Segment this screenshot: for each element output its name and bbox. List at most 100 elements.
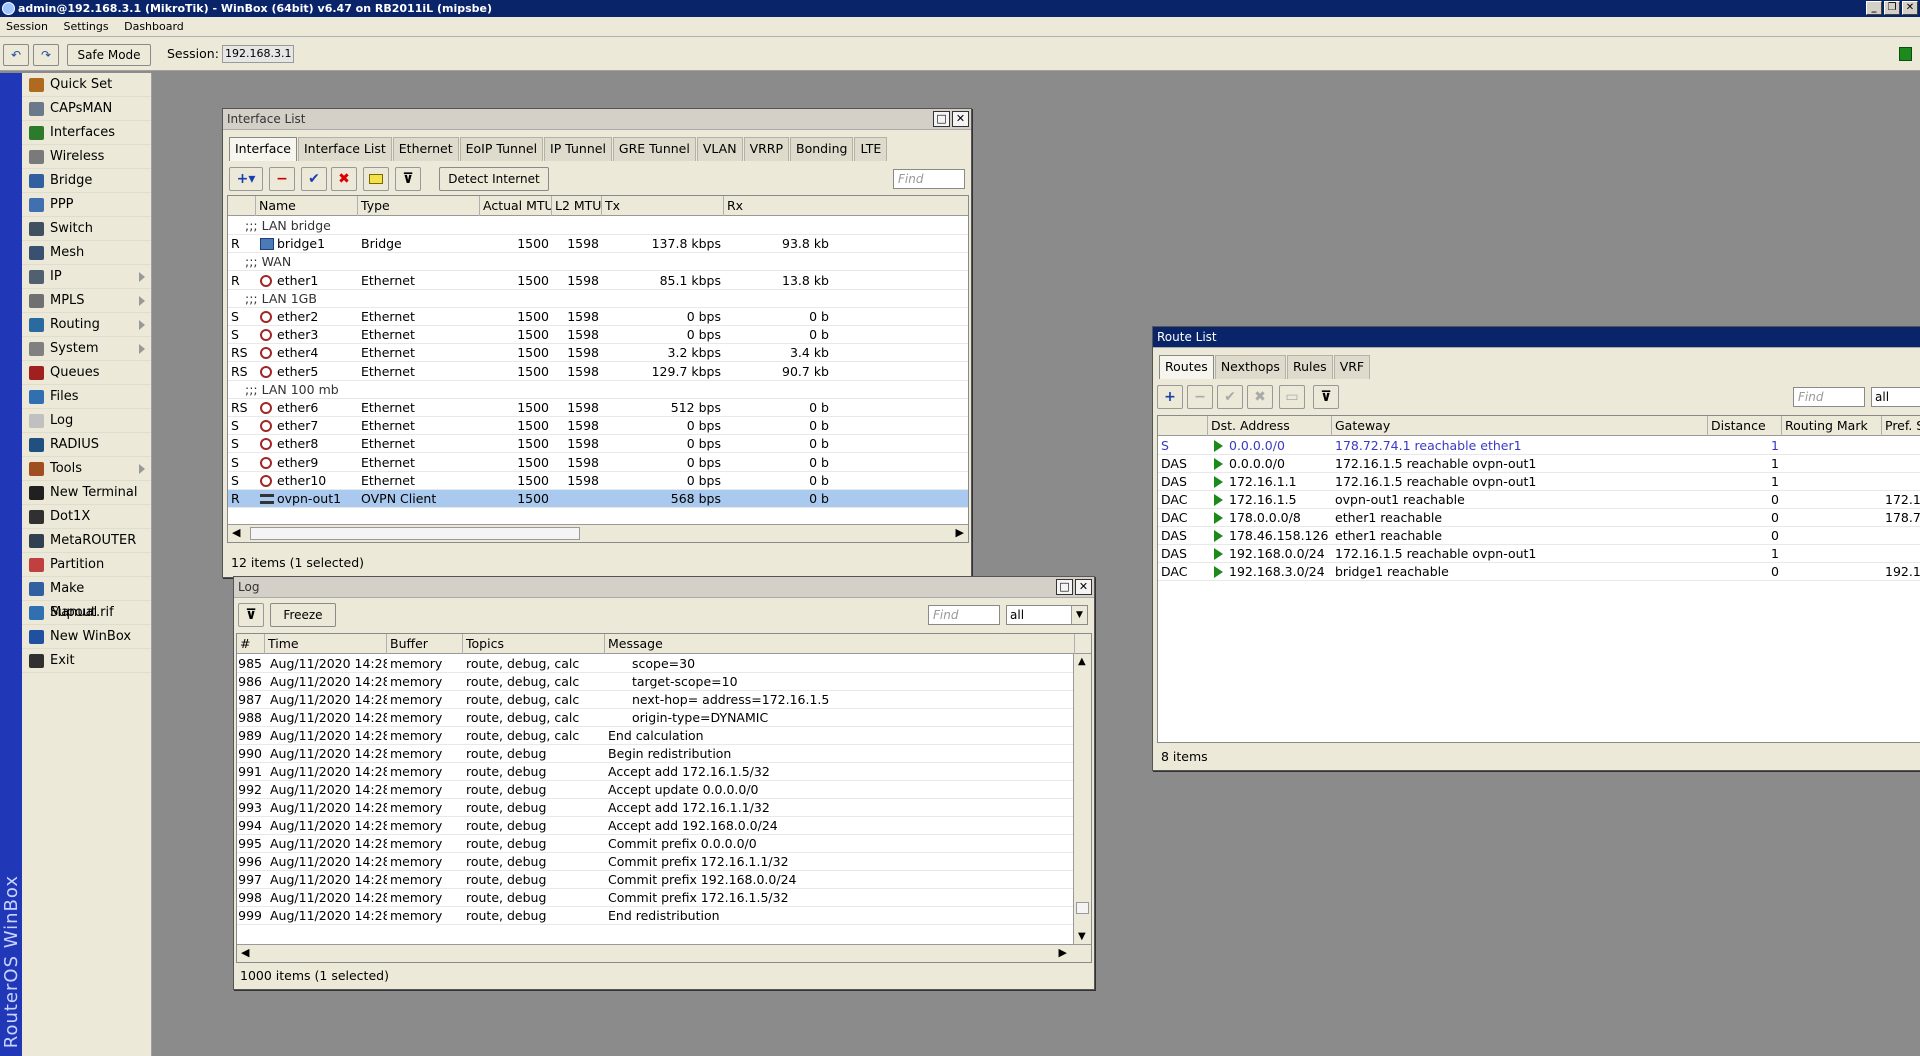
arrow-left-icon[interactable]: ◀ <box>232 526 240 539</box>
sidebar-item-log[interactable]: Log <box>22 409 151 433</box>
tab-nexthops[interactable]: Nexthops <box>1214 355 1286 379</box>
table-row[interactable]: RS ether4 Ethernet 1500 1598 3.2 kbps 3.4 kb <box>228 344 968 363</box>
sidebar-item-switch[interactable]: Switch <box>22 217 151 241</box>
horizontal-scrollbar[interactable]: ◀ ▶ <box>237 944 1091 962</box>
route-enable-button[interactable]: ✔ <box>1217 385 1243 409</box>
sidebar-item-interfaces[interactable]: Interfaces <box>22 121 151 145</box>
session-field[interactable]: 192.168.3.1 <box>222 45 294 63</box>
tab-ethernet[interactable]: Ethernet <box>392 137 459 161</box>
sidebar-item-wireless[interactable]: Wireless <box>22 145 151 169</box>
route-disable-button[interactable]: ✖ <box>1247 385 1273 409</box>
column-header-distance[interactable]: Distance <box>1708 416 1782 436</box>
log-filter-select[interactable]: all ▼ <box>1006 605 1088 625</box>
interface-list-titlebar[interactable]: Interface List □ ✕ <box>223 109 971 130</box>
arrow-right-icon[interactable]: ▶ <box>1059 946 1067 959</box>
tab-vrrp[interactable]: VRRP <box>743 137 790 161</box>
route-remove-button[interactable]: − <box>1187 385 1213 409</box>
table-row[interactable]: 999 Aug/11/2020 14:28:15memory route, debu… <box>237 907 1073 925</box>
log-filter-button[interactable]: ⊽ <box>238 603 264 627</box>
tab-bonding[interactable]: Bonding <box>790 137 854 161</box>
menu-dashboard[interactable]: Dashboard <box>118 17 190 37</box>
sidebar-item-partition[interactable]: Partition <box>22 553 151 577</box>
table-row[interactable]: 992 Aug/11/2020 14:28:15memory route, debu… <box>237 781 1073 799</box>
route-comment-button[interactable]: ▭ <box>1279 385 1305 409</box>
vertical-scrollbar[interactable]: ▲ ▼ <box>1073 654 1091 944</box>
enable-button[interactable]: ✔ <box>301 167 327 191</box>
undo-button[interactable]: ↶ <box>3 44 29 66</box>
table-row[interactable]: Rether1 Ethernet 1500 1598 85.1 kbps 13.8 kb <box>228 272 968 290</box>
table-row[interactable]: 986 Aug/11/2020 14:28:15memory route, debu… <box>237 673 1073 691</box>
remove-button[interactable]: − <box>269 167 295 191</box>
table-row[interactable]: 995 Aug/11/2020 14:28:15memory route, debu… <box>237 835 1073 853</box>
maximize-icon[interactable]: □ <box>1056 579 1073 595</box>
comment-button[interactable] <box>363 167 389 191</box>
tab-ip-tunnel[interactable]: IP Tunnel <box>544 137 612 161</box>
table-row[interactable]: Sether3 Ethernet 1500 1598 0 bps 0 b <box>228 326 968 345</box>
detect-internet-button[interactable]: Detect Internet <box>439 167 549 191</box>
tab-interface-list[interactable]: Interface List <box>297 137 392 161</box>
table-row[interactable]: 990 Aug/11/2020 14:28:15memory route, debu… <box>237 745 1073 763</box>
table-row[interactable]: 998 Aug/11/2020 14:28:15memory route, debu… <box>237 889 1073 907</box>
arrow-left-icon[interactable]: ◀ <box>241 946 249 959</box>
arrow-right-icon[interactable]: ▶ <box>956 526 964 539</box>
menu-session[interactable]: Session <box>0 17 54 37</box>
tab-lte[interactable]: LTE <box>854 137 888 161</box>
table-row[interactable]: Rbridge1 Bridge 1500 1598 137.8 kbps 93.8 kb <box>228 235 968 254</box>
column-header-number[interactable]: # <box>237 634 265 654</box>
arrow-up-icon[interactable]: ▲ <box>1078 656 1086 667</box>
route-add-button[interactable]: + <box>1157 385 1183 409</box>
scroll-thumb[interactable] <box>250 527 580 540</box>
close-button[interactable]: ✕ <box>1902 1 1918 15</box>
sidebar-item-system[interactable]: System <box>22 337 151 361</box>
close-icon[interactable]: ✕ <box>1075 579 1092 595</box>
tab-rules[interactable]: Rules <box>1286 355 1333 379</box>
column-header-routing-mark[interactable]: Routing Mark <box>1782 416 1882 436</box>
sidebar-item-exit[interactable]: Exit <box>22 649 151 673</box>
table-row[interactable]: DAS 192.168.0.0/24 172.16.1.5 reachable ov… <box>1158 545 1920 563</box>
column-header-name[interactable]: Name <box>256 196 358 216</box>
table-row[interactable]: 991 Aug/11/2020 14:28:15memory route, debu… <box>237 763 1073 781</box>
sidebar-item-make-supout-rif[interactable]: Make Supout.rif <box>22 577 151 620</box>
table-row[interactable]: Sether7 Ethernet 1500 1598 0 bps 0 b <box>228 417 968 436</box>
column-header-topics[interactable]: Topics <box>463 634 605 654</box>
sidebar-item-new-winbox[interactable]: New WinBox <box>22 625 151 649</box>
column-header-rx[interactable]: Rx <box>724 196 968 216</box>
table-row[interactable]: 994 Aug/11/2020 14:28:15memory route, debu… <box>237 817 1073 835</box>
table-row[interactable]: 987 Aug/11/2020 14:28:15memory route, debu… <box>237 691 1073 709</box>
sidebar-item-dot1x[interactable]: Dot1X <box>22 505 151 529</box>
tab-eoip-tunnel[interactable]: EoIP Tunnel <box>459 137 544 161</box>
tab-routes[interactable]: Routes <box>1159 355 1214 379</box>
sidebar-item-quick-set[interactable]: Quick Set <box>22 73 151 97</box>
sidebar-item-capsman[interactable]: CAPsMAN <box>22 97 151 121</box>
table-row[interactable]: Sether10 Ethernet 1500 1598 0 bps 0 b <box>228 472 968 490</box>
table-row[interactable]: 988 Aug/11/2020 14:28:15memory route, debu… <box>237 709 1073 727</box>
sidebar-item-mesh[interactable]: Mesh <box>22 241 151 265</box>
add-button[interactable]: +▾ <box>229 167 263 191</box>
sidebar-item-metarouter[interactable]: MetaROUTER <box>22 529 151 553</box>
menu-settings[interactable]: Settings <box>57 17 114 37</box>
column-header-time[interactable]: Time <box>265 634 387 654</box>
sidebar-item-routing[interactable]: Routing <box>22 313 151 337</box>
table-row[interactable]: RS ether5 Ethernet 1500 1598 129.7 kbps 90.7 k… <box>228 363 968 381</box>
sidebar-item-queues[interactable]: Queues <box>22 361 151 385</box>
route-filter-select[interactable]: all <box>1871 387 1920 407</box>
disable-button[interactable]: ✖ <box>331 167 357 191</box>
sidebar-item-manual[interactable]: Manual <box>22 601 151 625</box>
column-header-actual-mtu[interactable]: Actual MTU <box>480 196 552 216</box>
tab-interface[interactable]: Interface <box>229 137 297 161</box>
column-header-gateway[interactable]: Gateway <box>1332 416 1708 436</box>
route-find-input[interactable]: Find <box>1793 387 1865 407</box>
sidebar-item-new-terminal[interactable]: New Terminal <box>22 481 151 505</box>
table-row[interactable]: DAS 0.0.0.0/0 172.16.1.5 reachable ovpn-ou… <box>1158 455 1920 473</box>
scroll-thumb[interactable] <box>1076 902 1089 914</box>
route-filter-button[interactable]: ⊽ <box>1313 385 1339 409</box>
column-header-pref-s[interactable]: Pref. S <box>1882 416 1920 436</box>
table-row[interactable]: RS ether6 Ethernet 1500 1598 512 bps 0 b <box>228 399 968 417</box>
column-header-flag[interactable] <box>1158 416 1208 436</box>
table-row[interactable]: 993 Aug/11/2020 14:28:15memory route, debu… <box>237 799 1073 817</box>
close-icon[interactable]: ✕ <box>952 111 969 127</box>
sidebar-item-tools[interactable]: Tools <box>22 457 151 481</box>
table-row[interactable]: 996 Aug/11/2020 14:28:15memory route, debu… <box>237 853 1073 871</box>
sidebar-item-mpls[interactable]: MPLS <box>22 289 151 313</box>
table-row[interactable]: 997 Aug/11/2020 14:28:15memory route, debu… <box>237 871 1073 889</box>
